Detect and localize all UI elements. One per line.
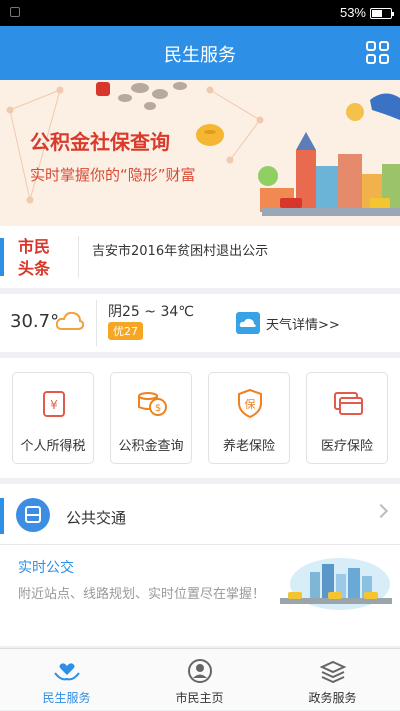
coins-icon: $ bbox=[138, 392, 167, 416]
weather-panel[interactable]: 30.7° 阴25 ~ 34℃ 优27 天气详情>> bbox=[0, 294, 400, 352]
weather-detail-icon bbox=[236, 312, 260, 334]
news-headline[interactable]: 吉安市2016年贫困村退出公示 bbox=[92, 240, 268, 259]
banner-subline: 实时掌握你的“隐形”财富 bbox=[30, 166, 196, 184]
news-tag: 市民 头条 bbox=[18, 236, 68, 280]
service-grid: ¥ 个人所得税 $ 公积金查询 保 养老保险 医疗保险 bbox=[0, 358, 400, 478]
tab-livelihood[interactable]: 民生服务 bbox=[0, 649, 133, 711]
divider bbox=[0, 544, 400, 545]
transit-accent-bar bbox=[0, 498, 4, 534]
city-traffic-illustration bbox=[280, 558, 392, 610]
aqi-badge: 优27 bbox=[108, 322, 143, 340]
chevron-right-icon[interactable] bbox=[373, 503, 389, 519]
tax-icon: ¥ bbox=[43, 391, 65, 417]
service-income-tax[interactable]: ¥ 个人所得税 bbox=[12, 372, 94, 464]
weather-divider bbox=[96, 300, 97, 346]
svg-text:¥: ¥ bbox=[50, 398, 58, 412]
news-ticker[interactable]: 市民 头条 吉安市2016年贫困村退出公示 bbox=[0, 226, 400, 288]
bottom-tab-bar: 民生服务 市民主页 政务服务 bbox=[0, 648, 400, 710]
realtime-bus-title[interactable]: 实时公交 bbox=[18, 557, 74, 577]
service-housing-fund[interactable]: $ 公积金查询 bbox=[110, 372, 192, 464]
forecast: 阴25 ~ 34℃ bbox=[108, 304, 194, 320]
svg-text:保: 保 bbox=[245, 397, 256, 411]
tab-label: 民生服务 bbox=[42, 691, 91, 705]
banner-headline: 公积金社保查询 bbox=[30, 130, 170, 154]
service-label: 个人所得税 bbox=[20, 439, 86, 454]
header: 民生服务 bbox=[0, 26, 400, 80]
grid-menu-icon[interactable] bbox=[366, 41, 390, 65]
service-label: 养老保险 bbox=[222, 439, 275, 454]
heart-hands-icon bbox=[54, 663, 80, 681]
service-label: 医疗保险 bbox=[320, 439, 373, 454]
notification-icon bbox=[10, 7, 20, 17]
person-icon bbox=[188, 659, 212, 683]
battery-icon bbox=[370, 8, 394, 19]
tab-citizen-home[interactable]: 市民主页 bbox=[133, 649, 266, 711]
weather-detail-link[interactable]: 天气详情>> bbox=[266, 314, 340, 333]
temperature: 30.7° bbox=[10, 311, 60, 332]
transit-section: 公共交通 实时公交 附近站点、线路规划、实时位置尽在掌握！ bbox=[0, 484, 400, 646]
tab-label: 政务服务 bbox=[308, 691, 357, 705]
page-title: 民生服务 bbox=[164, 45, 236, 66]
svg-text:$: $ bbox=[155, 403, 161, 414]
service-medical[interactable]: 医疗保险 bbox=[306, 372, 388, 464]
realtime-bus-description: 附近站点、线路规划、实时位置尽在掌握！ bbox=[18, 587, 266, 602]
cloud-icon bbox=[56, 311, 84, 330]
news-divider bbox=[78, 236, 79, 278]
news-tag-line2: 头条 bbox=[18, 259, 51, 278]
pension-shield-icon: 保 bbox=[238, 388, 262, 419]
transit-title[interactable]: 公共交通 bbox=[66, 507, 126, 528]
service-pension[interactable]: 保 养老保险 bbox=[208, 372, 290, 464]
tab-label: 市民主页 bbox=[175, 691, 224, 705]
service-label: 公积金查询 bbox=[118, 439, 184, 454]
battery-percent: 53% bbox=[339, 5, 366, 20]
bus-icon bbox=[16, 498, 50, 532]
news-accent-bar bbox=[0, 238, 4, 276]
tab-government-services[interactable]: 政务服务 bbox=[266, 649, 399, 711]
medical-card-icon bbox=[334, 392, 363, 415]
status-bar: 53% bbox=[0, 0, 400, 26]
layers-icon bbox=[319, 660, 347, 683]
news-tag-line1: 市民 bbox=[18, 237, 51, 256]
promo-banner[interactable]: 公积金社保查询 实时掌握你的“隐形”财富 bbox=[0, 80, 400, 226]
